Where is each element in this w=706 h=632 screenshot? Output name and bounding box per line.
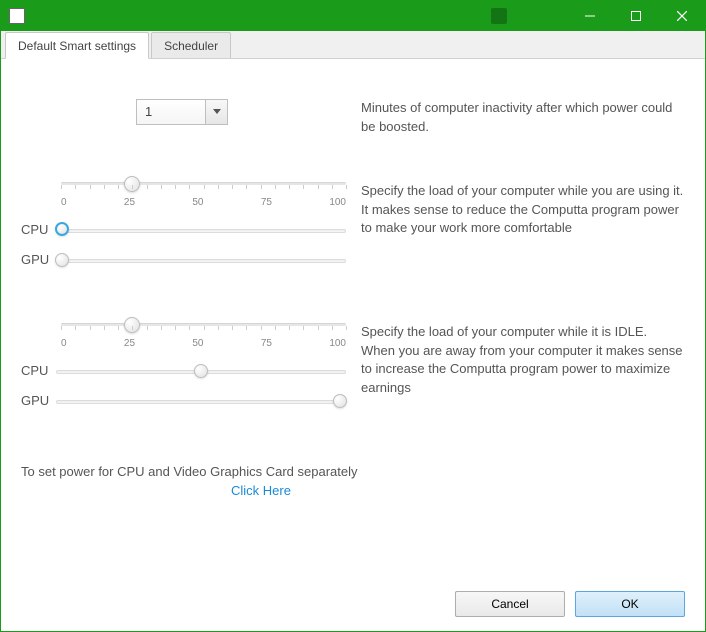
minutes-value: 1 [136, 99, 206, 125]
active-gpu-label: GPU [21, 252, 56, 267]
active-gpu-slider[interactable] [56, 252, 346, 268]
dropdown-arrow-icon[interactable] [206, 99, 228, 125]
close-button[interactable] [659, 1, 705, 31]
tab-scheduler[interactable]: Scheduler [151, 32, 231, 58]
minutes-dropdown[interactable]: 1 [136, 99, 351, 125]
titlebar [1, 1, 705, 31]
active-cpu-thumb[interactable] [55, 222, 69, 236]
active-description: Specify the load of your computer while … [361, 182, 685, 268]
gauge-ticks [61, 185, 346, 193]
gauge-ticks [61, 326, 346, 334]
idle-load-gauge[interactable]: 0255075100 [61, 323, 346, 349]
active-cpu-slider[interactable] [56, 222, 346, 238]
maximize-button[interactable] [613, 1, 659, 31]
app-window: Default Smart settings Scheduler 1 Minut… [0, 0, 706, 632]
footer-note: To set power for CPU and Video Graphics … [21, 464, 685, 498]
gauge-labels: 0255075100 [61, 338, 346, 349]
minimize-button[interactable] [567, 1, 613, 31]
idle-gpu-slider[interactable] [56, 393, 346, 409]
ok-button[interactable]: OK [575, 591, 685, 617]
active-cpu-label: CPU [21, 222, 56, 237]
button-bar: Cancel OK [455, 591, 685, 617]
cancel-button[interactable]: Cancel [455, 591, 565, 617]
idle-cpu-thumb[interactable] [194, 364, 208, 378]
idle-description: Specify the load of your computer while … [361, 323, 685, 409]
tab-default-smart-settings[interactable]: Default Smart settings [5, 32, 149, 59]
footer-note-text: To set power for CPU and Video Graphics … [21, 464, 357, 479]
idle-cpu-label: CPU [21, 363, 56, 378]
active-gpu-thumb[interactable] [55, 253, 69, 267]
tab-bar: Default Smart settings Scheduler [1, 31, 705, 59]
titlebar-center-icon [491, 8, 507, 24]
click-here-link[interactable]: Click Here [111, 483, 411, 498]
idle-gpu-label: GPU [21, 393, 56, 408]
gauge-labels: 0255075100 [61, 197, 346, 208]
minutes-description: Minutes of computer inactivity after whi… [361, 99, 685, 137]
idle-cpu-slider[interactable] [56, 363, 346, 379]
idle-gpu-thumb[interactable] [333, 394, 347, 408]
app-icon [9, 8, 25, 24]
active-load-gauge[interactable]: 0255075100 [61, 182, 346, 208]
content-area: 1 Minutes of computer inactivity after w… [1, 59, 705, 631]
